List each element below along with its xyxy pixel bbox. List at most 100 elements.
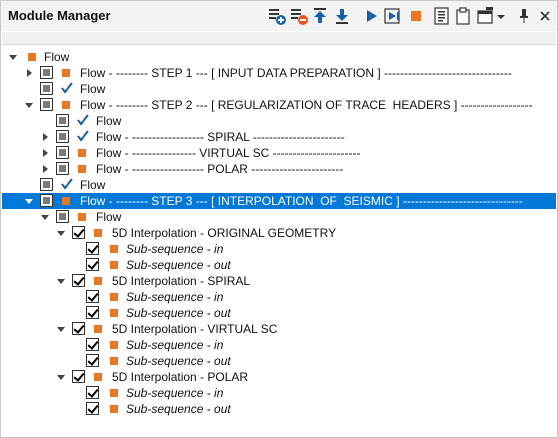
- module-square-icon: [94, 373, 102, 381]
- tree-row-subsequence[interactable]: Sub-sequence - out: [2, 305, 556, 321]
- row-label: Sub-sequence - in: [126, 386, 224, 400]
- row-label: Flow - -------- STEP 2 --- [ REGULARIZAT…: [80, 98, 533, 112]
- partial-checkbox[interactable]: [56, 210, 69, 223]
- partial-checkbox[interactable]: [56, 162, 69, 175]
- partial-checkbox[interactable]: [56, 130, 69, 143]
- tree-row-subsequence[interactable]: Sub-sequence - in: [2, 385, 556, 401]
- stop-icon[interactable]: [406, 6, 426, 26]
- list-icon[interactable]: [432, 6, 452, 26]
- module-square-icon: [110, 341, 118, 349]
- collapsed-arrow-icon[interactable]: [40, 164, 50, 174]
- expanded-arrow-icon[interactable]: [24, 100, 34, 110]
- row-label: Flow: [96, 210, 122, 224]
- tree-row-interp-virtual-sc[interactable]: 5D Interpolation - VIRTUAL SC: [2, 321, 556, 337]
- tree-row-interp-spiral[interactable]: 5D Interpolation - SPIRAL: [2, 273, 556, 289]
- row-label: 5D Interpolation - SPIRAL: [112, 274, 251, 288]
- tree-row-interp-polar[interactable]: 5D Interpolation - POLAR: [2, 369, 556, 385]
- partial-checkbox[interactable]: [56, 114, 69, 127]
- tree-row-flow[interactable]: Flow: [2, 81, 556, 97]
- checked-checkbox[interactable]: [72, 274, 85, 287]
- module-square-icon: [110, 293, 118, 301]
- move-down-icon[interactable]: [333, 6, 353, 26]
- expanded-arrow-icon[interactable]: [56, 228, 66, 238]
- expanded-arrow-icon[interactable]: [40, 212, 50, 222]
- checked-checkbox[interactable]: [72, 226, 85, 239]
- tree-row-flow[interactable]: Flow: [2, 113, 556, 129]
- run-to-icon[interactable]: [383, 6, 403, 26]
- partial-checkbox[interactable]: [40, 194, 53, 207]
- tree-row-virtual-sc[interactable]: Flow - ---------------- VIRTUAL SC -----…: [2, 145, 556, 161]
- tree-header: [2, 32, 556, 45]
- close-icon[interactable]: [537, 6, 553, 26]
- add-module-icon[interactable]: [267, 6, 287, 26]
- checked-checkbox[interactable]: [86, 242, 99, 255]
- row-label: Sub-sequence - out: [126, 306, 231, 320]
- tree-row-subsequence[interactable]: Sub-sequence - out: [2, 401, 556, 417]
- expanded-arrow-icon[interactable]: [8, 52, 18, 62]
- collapsed-arrow-icon[interactable]: [40, 148, 50, 158]
- dropdown-icon[interactable]: [495, 6, 507, 26]
- tree-row-subsequence[interactable]: Sub-sequence - out: [2, 257, 556, 273]
- checked-checkbox[interactable]: [86, 290, 99, 303]
- tree-row-spiral[interactable]: Flow - ------------------ SPIRAL -------…: [2, 129, 556, 145]
- expanded-arrow-icon[interactable]: [56, 372, 66, 382]
- module-square-icon: [78, 149, 86, 157]
- tree-row-interp-original[interactable]: 5D Interpolation - ORIGINAL GEOMETRY: [2, 225, 556, 241]
- tree-row-flow[interactable]: Flow: [2, 177, 556, 193]
- check-mark-icon: [61, 82, 73, 94]
- expanded-arrow-icon[interactable]: [56, 324, 66, 334]
- partial-checkbox[interactable]: [40, 98, 53, 111]
- row-label: Flow - -------- STEP 1 --- [ INPUT DATA …: [80, 66, 512, 80]
- row-label: Flow - ---------------- VIRTUAL SC -----…: [96, 146, 361, 160]
- row-label: Flow - ------------------ SPIRAL -------…: [96, 130, 345, 144]
- module-square-icon: [28, 53, 36, 61]
- partial-checkbox[interactable]: [40, 82, 53, 95]
- tree-row-step1[interactable]: Flow - -------- STEP 1 --- [ INPUT DATA …: [2, 65, 556, 81]
- row-label: Flow: [96, 114, 122, 128]
- checked-checkbox[interactable]: [86, 354, 99, 367]
- checked-checkbox[interactable]: [86, 402, 99, 415]
- row-label: Flow: [80, 82, 106, 96]
- run-icon[interactable]: [362, 6, 382, 26]
- checked-checkbox[interactable]: [72, 370, 85, 383]
- tree-row-subsequence[interactable]: Sub-sequence - out: [2, 353, 556, 369]
- tree-row-flow-root[interactable]: Flow: [2, 49, 556, 65]
- row-label: Sub-sequence - in: [126, 242, 224, 256]
- tree-row-polar[interactable]: Flow - ------------------ POLAR --------…: [2, 161, 556, 177]
- tree-row-subsequence[interactable]: Sub-sequence - in: [2, 337, 556, 353]
- module-manager-window: Module Manager Flow Flow - -------- STEP…: [0, 0, 558, 438]
- module-square-icon: [78, 213, 86, 221]
- tree-row-flow[interactable]: Flow: [2, 209, 556, 225]
- title-bar: Module Manager: [1, 1, 557, 31]
- checked-checkbox[interactable]: [86, 258, 99, 271]
- row-label: 5D Interpolation - ORIGINAL GEOMETRY: [112, 226, 337, 240]
- checked-checkbox[interactable]: [86, 306, 99, 319]
- remove-module-icon[interactable]: [289, 6, 309, 26]
- partial-checkbox[interactable]: [40, 66, 53, 79]
- pin-icon[interactable]: [517, 6, 531, 26]
- move-up-icon[interactable]: [311, 6, 331, 26]
- tree-row-step3-selected[interactable]: Flow - -------- STEP 3 --- [ INTERPOLATI…: [2, 193, 556, 209]
- expanded-arrow-icon[interactable]: [24, 196, 34, 206]
- checked-checkbox[interactable]: [86, 338, 99, 351]
- module-square-icon: [94, 277, 102, 285]
- row-label: Flow: [44, 50, 70, 64]
- tree-row-subsequence[interactable]: Sub-sequence - in: [2, 241, 556, 257]
- row-label: Sub-sequence - out: [126, 258, 231, 272]
- checked-checkbox[interactable]: [72, 322, 85, 335]
- module-square-icon: [62, 69, 70, 77]
- row-label: Sub-sequence - in: [126, 290, 224, 304]
- window-menu-icon[interactable]: [476, 6, 496, 26]
- clipboard-icon[interactable]: [453, 6, 473, 26]
- expanded-arrow-icon[interactable]: [56, 276, 66, 286]
- collapsed-arrow-icon[interactable]: [40, 132, 50, 142]
- collapsed-arrow-icon[interactable]: [24, 68, 34, 78]
- tree-row-subsequence[interactable]: Sub-sequence - in: [2, 289, 556, 305]
- window-title: Module Manager: [8, 8, 111, 23]
- tree-row-step2[interactable]: Flow - -------- STEP 2 --- [ REGULARIZAT…: [2, 97, 556, 113]
- partial-checkbox[interactable]: [40, 178, 53, 191]
- row-label: 5D Interpolation - POLAR: [112, 370, 249, 384]
- module-square-icon: [110, 389, 118, 397]
- partial-checkbox[interactable]: [56, 146, 69, 159]
- checked-checkbox[interactable]: [86, 386, 99, 399]
